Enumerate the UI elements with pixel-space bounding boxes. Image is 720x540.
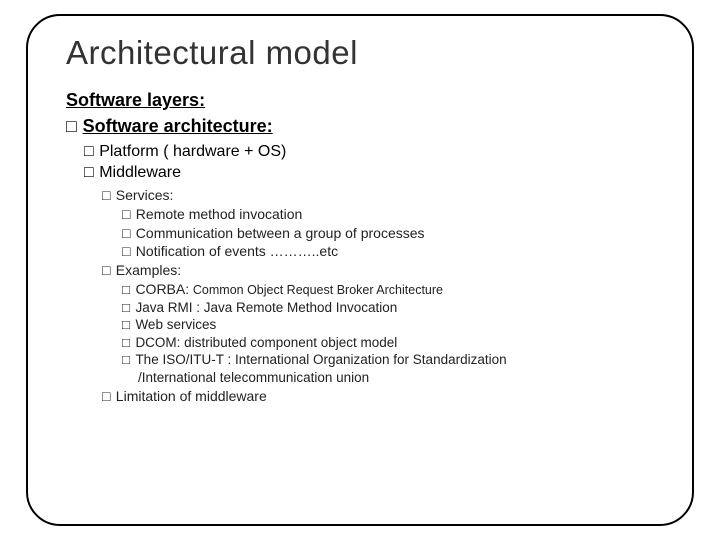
slide-title: Architectural model [66,34,664,72]
bullet-icon: □ [122,281,131,299]
bullet-icon: □ [122,224,132,243]
item-example-java: □ Java RMI : Java Remote Method Invocatio… [66,299,664,317]
item-service-notif: □Notification of events ………..etc [66,242,664,261]
bullet-icon: □ [122,205,132,224]
heading-software-layers: Software layers: [66,88,664,112]
bullet-icon: □ [66,114,79,138]
label-platform: Platform ( hardware + OS) [99,143,286,160]
bullet-icon: □ [122,334,131,352]
bullet-icon: □ [102,387,112,406]
bullet-icon: □ [84,162,95,184]
bullet-icon: □ [102,186,112,205]
item-services: □Services: [66,186,664,205]
item-example-corba: □CORBA: Common Object Request Broker Arc… [66,280,664,299]
bullet-icon: □ [122,351,131,369]
label-corba-desc: Common Object Request Broker Architectur… [193,283,443,297]
label-java: Java RMI : Java Remote Method Invocation [135,300,397,315]
bullet-icon: □ [122,242,132,261]
item-example-dcom: □ DCOM: distributed component object mode… [66,334,664,352]
item-platform: □Platform ( hardware + OS) [66,141,664,163]
slide-frame: Architectural model Software layers: □So… [26,14,694,526]
item-middleware: □Middleware [66,162,664,184]
item-example-iso-cont: /International telecommunication union [66,369,664,387]
item-example-web: □ Web services [66,316,664,334]
label-web: Web services [135,317,216,332]
bullet-icon: □ [122,316,131,334]
bullet-icon: □ [102,261,112,280]
label-dcom: DCOM: distributed component object model [135,335,397,350]
label-examples: Examples: [116,262,181,278]
item-service-comm: □Communication between a group of proces… [66,224,664,243]
bullet-icon: □ [84,141,95,163]
item-example-iso: □ The ISO/ITU-T : International Organizat… [66,351,664,369]
label-corba: CORBA: [135,281,189,297]
label-services: Services: [116,187,174,203]
label-service-rmi: Remote method invocation [136,206,303,222]
label-service-comm: Communication between a group of process… [136,225,425,241]
bullet-icon: □ [122,299,131,317]
item-examples: □Examples: [66,261,664,280]
item-service-rmi: □Remote method invocation [66,205,664,224]
label-iso-line1: The ISO/ITU-T : International Organizati… [135,352,506,367]
item-limitation: □Limitation of middleware [66,387,664,406]
item-software-architecture: □Software architecture: [66,114,664,138]
label-middleware: Middleware [99,164,181,181]
label-software-architecture: Software architecture: [83,116,273,136]
label-service-notif: Notification of events ………..etc [136,243,338,259]
label-limitation: Limitation of middleware [116,388,267,404]
